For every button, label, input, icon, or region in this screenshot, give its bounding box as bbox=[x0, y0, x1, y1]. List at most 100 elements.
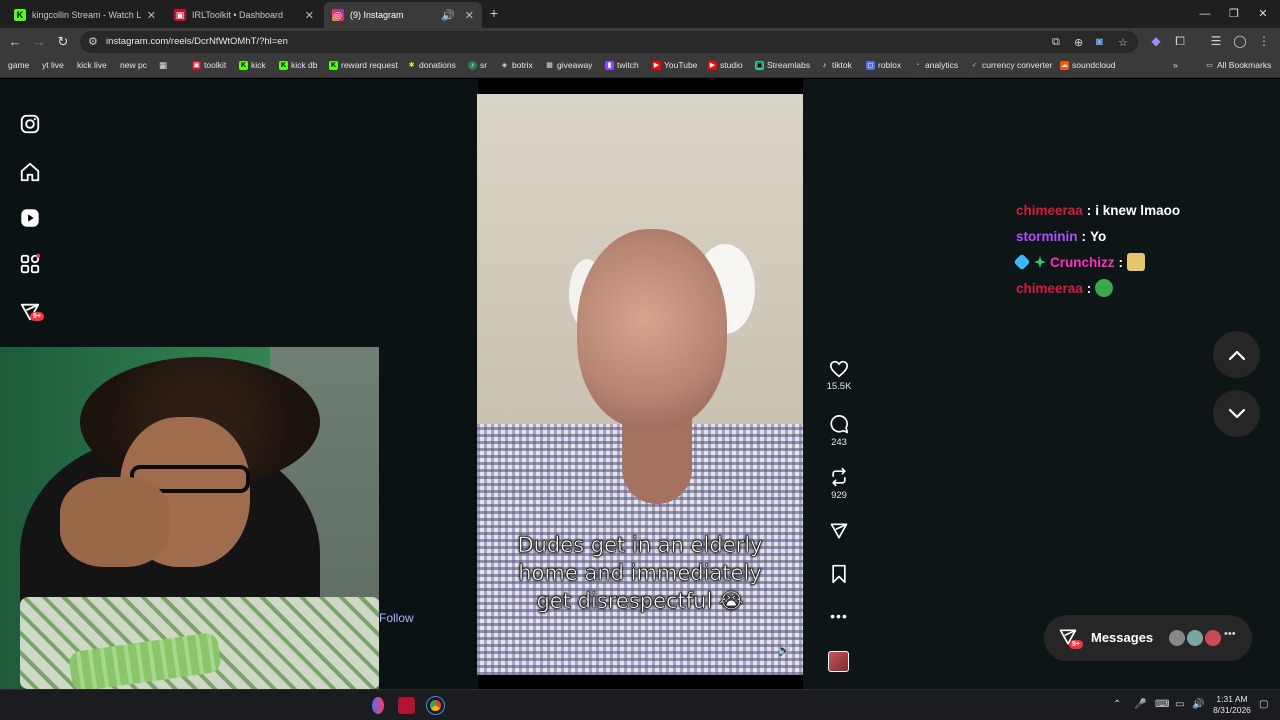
bookmark-toolkit[interactable]: ▣ toolkit bbox=[192, 60, 226, 70]
tab-search-icon[interactable]: ☰ bbox=[1208, 34, 1224, 48]
chat-username: storminin bbox=[1016, 228, 1078, 244]
zoom-icon[interactable]: ⊕ bbox=[1074, 36, 1083, 49]
taskbar: ⌃ 🎤 ⌨ ▭ 🔊 1:31 AM 8/31/2026 ▢ bbox=[0, 689, 1280, 720]
reel-caption: Dudes get in an elderly home and immedia… bbox=[517, 533, 763, 614]
sparkle-badge-icon bbox=[1034, 256, 1046, 268]
profile-icon[interactable]: ◯ bbox=[1232, 34, 1248, 48]
network-icon[interactable]: ▭ bbox=[1175, 699, 1184, 710]
previous-reel-button[interactable] bbox=[1213, 331, 1260, 378]
instagram-favicon-icon: ◎ bbox=[332, 9, 344, 21]
bookmark-studio[interactable]: ▶ studio bbox=[708, 60, 743, 70]
forward-button[interactable]: → bbox=[31, 34, 47, 50]
tab-kingcollin[interactable]: K kingcollin Stream - Watch Live ✕ bbox=[6, 2, 164, 28]
messages-label: Messages bbox=[1091, 630, 1154, 645]
extensions-icon[interactable]: ⧠ bbox=[1172, 34, 1188, 49]
reload-button[interactable]: ↻ bbox=[55, 34, 71, 50]
home-icon[interactable] bbox=[19, 161, 41, 183]
speaker-icon[interactable]: 🔊 bbox=[441, 9, 455, 22]
chevron-up-icon bbox=[1228, 350, 1245, 360]
badge-icon bbox=[1013, 253, 1031, 271]
bookmark-sr[interactable]: ♪ sr bbox=[468, 60, 487, 70]
volume-tray-icon[interactable]: 🔊 bbox=[1192, 699, 1204, 710]
bookmark-icon bbox=[832, 564, 846, 584]
reel-video[interactable]: Dudes get in an elderly home and immedia… bbox=[477, 94, 803, 675]
bookmark-streamlabs[interactable]: ▣ Streamlabs bbox=[755, 60, 810, 70]
extension-active-icon[interactable]: ◙ bbox=[1096, 36, 1103, 48]
bookmark-new-pc[interactable]: new pc bbox=[120, 60, 147, 70]
repost-count: 929 bbox=[831, 490, 847, 501]
avatar bbox=[1168, 629, 1186, 647]
site-info-icon[interactable]: ⚙ bbox=[88, 35, 98, 48]
system-clock[interactable]: 1:31 AM 8/31/2026 bbox=[1208, 694, 1256, 716]
back-button[interactable]: ← bbox=[7, 34, 23, 50]
reels-icon[interactable] bbox=[19, 207, 41, 229]
bookmark-game[interactable]: game bbox=[8, 60, 29, 70]
comment-icon bbox=[830, 415, 849, 434]
keyboard-icon[interactable]: ⌨ bbox=[1155, 699, 1169, 710]
app-icon[interactable] bbox=[398, 697, 415, 714]
like-count: 15.5K bbox=[826, 381, 852, 392]
notification-center-icon[interactable]: ▢ bbox=[1259, 699, 1268, 710]
chat-text: Yo bbox=[1090, 228, 1107, 244]
next-reel-button[interactable] bbox=[1213, 390, 1260, 437]
restore-button[interactable]: ❐ bbox=[1219, 0, 1249, 28]
bookmark-kick[interactable]: Kkick bbox=[239, 60, 266, 70]
webcam-overlay bbox=[0, 347, 379, 689]
bookmark-twitch[interactable]: ▮ twitch bbox=[605, 60, 639, 70]
chrome-icon[interactable] bbox=[426, 696, 445, 715]
pepe-emote-icon bbox=[1095, 279, 1114, 297]
audio-thumbnail[interactable] bbox=[828, 651, 849, 672]
bookmark-star-icon[interactable]: ☆ bbox=[1118, 36, 1128, 49]
bookmark-roblox[interactable]: ◻ roblox bbox=[866, 60, 901, 70]
bookmark-currency-converter[interactable]: ✓ currency converter bbox=[970, 60, 1053, 70]
all-bookmarks[interactable]: ▭ All Bookmarks bbox=[1205, 60, 1271, 70]
new-tab-button[interactable]: + bbox=[486, 5, 502, 21]
bookmark-kick-db[interactable]: Kkick db bbox=[279, 60, 317, 70]
share-button[interactable] bbox=[826, 521, 852, 541]
like-button[interactable]: 15.5K bbox=[826, 360, 852, 392]
menu-icon[interactable]: ⋮ bbox=[1256, 34, 1272, 48]
chat-message: chimeeraa : i knew lmaoo bbox=[1016, 202, 1181, 218]
bookmark-analytics[interactable]: ◔ analytics bbox=[913, 60, 958, 70]
more-options-icon[interactable]: ••• bbox=[826, 608, 852, 624]
notifications-badge: 9+ bbox=[30, 312, 44, 321]
save-button[interactable] bbox=[826, 564, 852, 584]
gemini-icon[interactable]: ◆ bbox=[1148, 34, 1164, 48]
chat-username: chimeeraa bbox=[1016, 280, 1083, 296]
tab-instagram[interactable]: ◎ (9) Instagram 🔊 ✕ bbox=[324, 2, 482, 28]
bookmark-tiktok[interactable]: ♪ tiktok bbox=[820, 60, 852, 70]
close-tab-icon[interactable]: ✕ bbox=[305, 9, 314, 22]
comment-count: 243 bbox=[831, 437, 847, 448]
translate-icon[interactable]: ⧉ bbox=[1052, 36, 1060, 49]
more-apps-icon[interactable] bbox=[19, 253, 41, 275]
volume-icon[interactable]: 🔊 bbox=[777, 644, 791, 657]
bookmark-kick-live[interactable]: kick live bbox=[77, 60, 107, 70]
heart-icon bbox=[829, 360, 849, 378]
bookmark-reward-request[interactable]: Kreward request bbox=[329, 60, 398, 70]
microphone-icon[interactable]: 🎤 bbox=[1134, 699, 1146, 710]
address-bar[interactable]: ⚙ instagram.com/reels/DcrNfWtOMhT/?hl=en… bbox=[80, 31, 1138, 53]
repost-button[interactable]: 929 bbox=[826, 467, 852, 501]
apps-grid-icon[interactable]: ▦ bbox=[159, 60, 167, 71]
minimize-button[interactable]: — bbox=[1190, 0, 1220, 28]
bookmarks-overflow-icon[interactable]: » bbox=[1173, 60, 1178, 70]
bookmark-yt-live[interactable]: yt live bbox=[42, 60, 64, 70]
close-tab-icon[interactable]: ✕ bbox=[147, 9, 156, 22]
bookmark-youtube[interactable]: ▶ YouTube bbox=[652, 60, 697, 70]
follow-button[interactable]: Follow bbox=[379, 611, 414, 625]
url-text[interactable]: instagram.com/reels/DcrNfWtOMhT/?hl=en bbox=[106, 36, 288, 47]
close-window-button[interactable]: ✕ bbox=[1248, 0, 1278, 28]
bookmark-giveaway[interactable]: ▦ giveaway bbox=[545, 60, 592, 70]
chat-username: Crunchizz bbox=[1050, 254, 1115, 270]
bookmark-donations[interactable]: ✱ donations bbox=[407, 60, 456, 70]
tray-overflow-icon[interactable]: ⌃ bbox=[1113, 699, 1121, 710]
bookmark-botrix[interactable]: ◈ botrix bbox=[500, 60, 533, 70]
comment-button[interactable]: 243 bbox=[826, 414, 852, 448]
messages-button[interactable]: 9+ Messages ••• bbox=[1044, 615, 1252, 661]
app-icon[interactable] bbox=[372, 697, 384, 714]
instagram-logo-icon[interactable] bbox=[19, 113, 41, 135]
chevron-down-icon bbox=[1228, 408, 1245, 418]
close-tab-icon[interactable]: ✕ bbox=[465, 9, 474, 22]
tab-irltoolkit[interactable]: ▣ IRLToolkit • Dashboard ✕ bbox=[166, 2, 322, 28]
bookmark-soundcloud[interactable]: ☁ soundcloud bbox=[1060, 60, 1115, 70]
